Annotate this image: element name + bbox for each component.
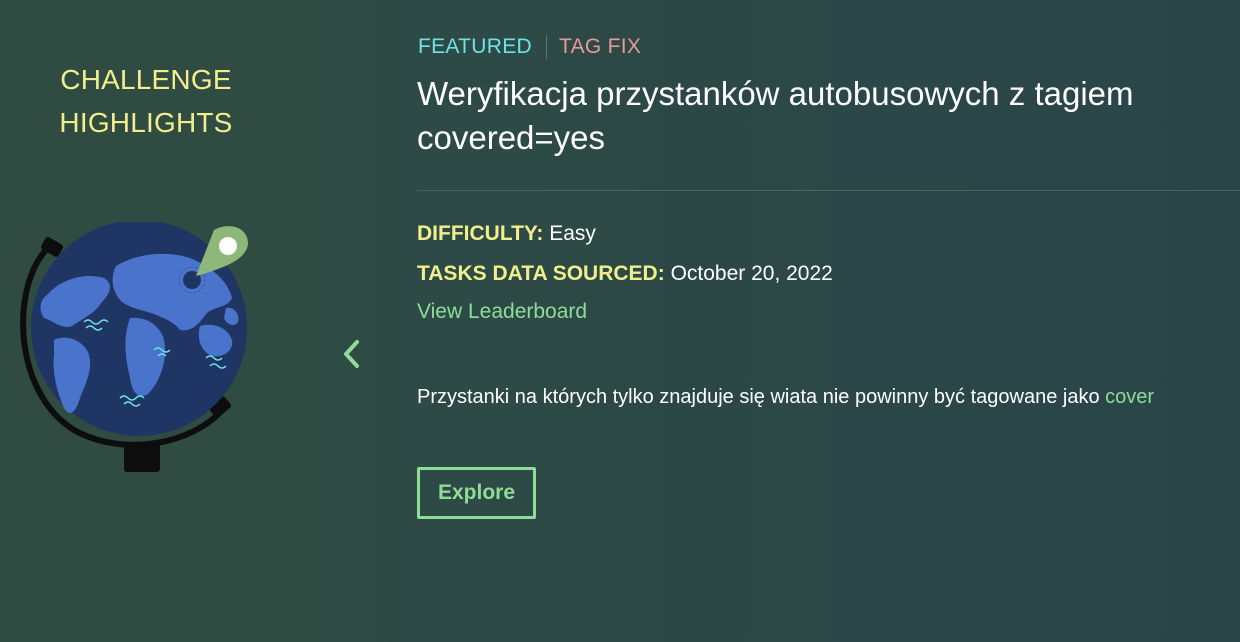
- view-leaderboard-link[interactable]: View Leaderboard: [417, 300, 587, 324]
- globe-icon: [20, 222, 248, 472]
- tag-separator: [546, 35, 548, 59]
- sidebar-title-line1: CHALLENGE: [60, 64, 232, 95]
- challenge-description: Przystanki na których tylko znajduje się…: [417, 386, 1154, 409]
- difficulty-value: Easy: [549, 222, 596, 245]
- data-sourced-row: TASKS DATA SOURCED: October 20, 2022: [417, 262, 833, 286]
- challenge-tags: FEATURED TAG FIX: [418, 35, 641, 59]
- difficulty-label: DIFFICULTY:: [417, 222, 544, 245]
- sidebar-title-line2: HIGHLIGHTS: [59, 107, 233, 138]
- featured-tag: FEATURED: [418, 35, 533, 58]
- challenge-title: Weryfikacja przystanków autobusowych z t…: [417, 75, 1134, 156]
- tag-fix-tag: TAG FIX: [559, 35, 642, 58]
- data-sourced-label: TASKS DATA SOURCED:: [417, 262, 665, 285]
- description-code: cover: [1105, 386, 1155, 408]
- difficulty-row: DIFFICULTY: Easy: [417, 222, 596, 246]
- sidebar-title: CHALLENGE HIGHLIGHTS: [0, 58, 292, 144]
- challenge-highlights-sidebar: CHALLENGE HIGHLIGHTS: [0, 0, 324, 642]
- description-text: Przystanki na których tylko znajduje się…: [417, 386, 1106, 408]
- explore-button[interactable]: Explore: [417, 467, 536, 519]
- divider: [417, 190, 1240, 191]
- chevron-left-icon[interactable]: [338, 336, 366, 372]
- data-sourced-value: October 20, 2022: [670, 262, 833, 285]
- challenge-carousel: FEATURED TAG FIX Weryfikacja przystanków…: [324, 0, 1240, 642]
- challenge-card: FEATURED TAG FIX Weryfikacja przystanków…: [389, 0, 1240, 560]
